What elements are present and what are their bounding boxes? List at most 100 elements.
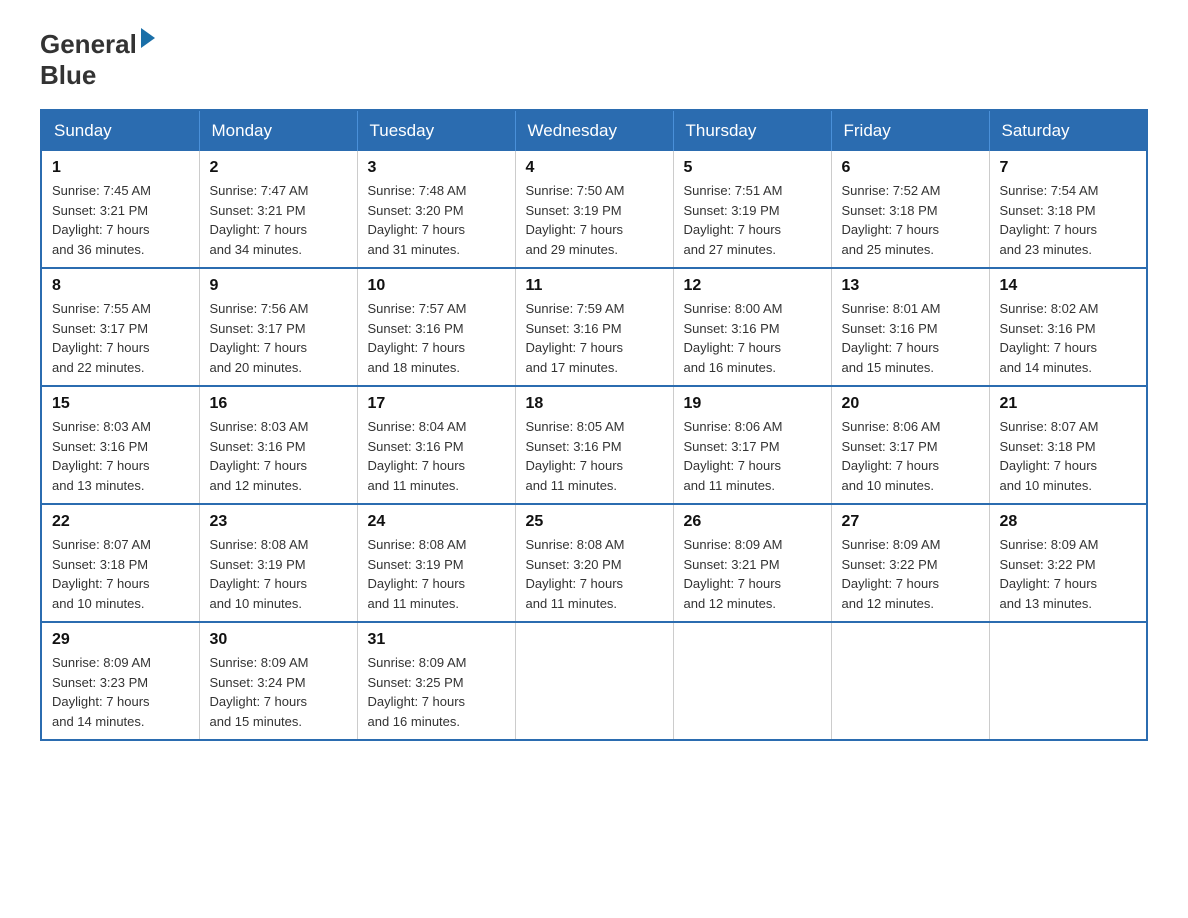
day-number: 16	[210, 395, 347, 413]
day-sun-info: Sunrise: 8:07 AMSunset: 3:18 PMDaylight:…	[52, 535, 189, 613]
day-number: 23	[210, 513, 347, 531]
day-number: 31	[368, 631, 505, 649]
day-number: 28	[1000, 513, 1137, 531]
day-of-week-header: Saturday	[989, 110, 1147, 151]
day-number: 7	[1000, 159, 1137, 177]
day-number: 3	[368, 159, 505, 177]
day-sun-info: Sunrise: 8:05 AMSunset: 3:16 PMDaylight:…	[526, 417, 663, 495]
day-number: 30	[210, 631, 347, 649]
day-number: 4	[526, 159, 663, 177]
day-number: 18	[526, 395, 663, 413]
calendar-cell: 28 Sunrise: 8:09 AMSunset: 3:22 PMDayligh…	[989, 504, 1147, 622]
day-sun-info: Sunrise: 8:08 AMSunset: 3:19 PMDaylight:…	[210, 535, 347, 613]
day-number: 22	[52, 513, 189, 531]
calendar-cell: 30 Sunrise: 8:09 AMSunset: 3:24 PMDayligh…	[199, 622, 357, 740]
day-number: 17	[368, 395, 505, 413]
calendar-cell: 6 Sunrise: 7:52 AMSunset: 3:18 PMDaylight…	[831, 151, 989, 268]
day-sun-info: Sunrise: 7:55 AMSunset: 3:17 PMDaylight:…	[52, 299, 189, 377]
calendar-cell: 2 Sunrise: 7:47 AMSunset: 3:21 PMDaylight…	[199, 151, 357, 268]
day-sun-info: Sunrise: 8:08 AMSunset: 3:19 PMDaylight:…	[368, 535, 505, 613]
day-sun-info: Sunrise: 7:59 AMSunset: 3:16 PMDaylight:…	[526, 299, 663, 377]
calendar-cell	[673, 622, 831, 740]
logo-text-general: General	[40, 30, 137, 59]
day-sun-info: Sunrise: 8:09 AMSunset: 3:24 PMDaylight:…	[210, 653, 347, 731]
calendar-cell: 15Sunrise: 8:03 AMSunset: 3:16 PMDayligh…	[41, 386, 199, 504]
calendar-cell: 24Sunrise: 8:08 AMSunset: 3:19 PMDayligh…	[357, 504, 515, 622]
day-number: 26	[684, 513, 821, 531]
calendar-cell: 11 Sunrise: 7:59 AMSunset: 3:16 PMDayligh…	[515, 268, 673, 386]
day-sun-info: Sunrise: 8:00 AMSunset: 3:16 PMDaylight:…	[684, 299, 821, 377]
calendar-cell: 7 Sunrise: 7:54 AMSunset: 3:18 PMDaylight…	[989, 151, 1147, 268]
day-of-week-header: Thursday	[673, 110, 831, 151]
day-number: 11	[526, 277, 663, 295]
calendar-cell: 10Sunrise: 7:57 AMSunset: 3:16 PMDayligh…	[357, 268, 515, 386]
day-number: 10	[368, 277, 505, 295]
day-of-week-header: Monday	[199, 110, 357, 151]
day-number: 5	[684, 159, 821, 177]
calendar-cell	[989, 622, 1147, 740]
day-sun-info: Sunrise: 8:03 AMSunset: 3:16 PMDaylight:…	[210, 417, 347, 495]
calendar-cell: 1 Sunrise: 7:45 AMSunset: 3:21 PMDaylight…	[41, 151, 199, 268]
day-sun-info: Sunrise: 8:06 AMSunset: 3:17 PMDaylight:…	[684, 417, 821, 495]
day-sun-info: Sunrise: 8:09 AMSunset: 3:22 PMDaylight:…	[1000, 535, 1137, 613]
calendar-cell: 21Sunrise: 8:07 AMSunset: 3:18 PMDayligh…	[989, 386, 1147, 504]
calendar-cell: 26 Sunrise: 8:09 AMSunset: 3:21 PMDayligh…	[673, 504, 831, 622]
day-number: 2	[210, 159, 347, 177]
day-sun-info: Sunrise: 8:08 AMSunset: 3:20 PMDaylight:…	[526, 535, 663, 613]
day-number: 9	[210, 277, 347, 295]
logo: General Blue	[40, 30, 155, 89]
day-sun-info: Sunrise: 8:01 AMSunset: 3:16 PMDaylight:…	[842, 299, 979, 377]
calendar-week-row: 29 Sunrise: 8:09 AMSunset: 3:23 PMDayligh…	[41, 622, 1147, 740]
day-sun-info: Sunrise: 7:56 AMSunset: 3:17 PMDaylight:…	[210, 299, 347, 377]
day-number: 13	[842, 277, 979, 295]
day-sun-info: Sunrise: 7:45 AMSunset: 3:21 PMDaylight:…	[52, 181, 189, 259]
calendar-week-row: 15Sunrise: 8:03 AMSunset: 3:16 PMDayligh…	[41, 386, 1147, 504]
day-sun-info: Sunrise: 8:09 AMSunset: 3:25 PMDaylight:…	[368, 653, 505, 731]
calendar-cell: 13 Sunrise: 8:01 AMSunset: 3:16 PMDayligh…	[831, 268, 989, 386]
day-number: 20	[842, 395, 979, 413]
calendar-cell: 25Sunrise: 8:08 AMSunset: 3:20 PMDayligh…	[515, 504, 673, 622]
calendar-cell	[515, 622, 673, 740]
calendar-week-row: 1 Sunrise: 7:45 AMSunset: 3:21 PMDaylight…	[41, 151, 1147, 268]
logo-text-blue: Blue	[40, 61, 96, 90]
day-number: 29	[52, 631, 189, 649]
calendar-cell: 29 Sunrise: 8:09 AMSunset: 3:23 PMDayligh…	[41, 622, 199, 740]
day-sun-info: Sunrise: 7:54 AMSunset: 3:18 PMDaylight:…	[1000, 181, 1137, 259]
day-sun-info: Sunrise: 7:48 AMSunset: 3:20 PMDaylight:…	[368, 181, 505, 259]
calendar-cell: 16 Sunrise: 8:03 AMSunset: 3:16 PMDayligh…	[199, 386, 357, 504]
day-number: 19	[684, 395, 821, 413]
calendar-cell: 27 Sunrise: 8:09 AMSunset: 3:22 PMDayligh…	[831, 504, 989, 622]
day-number: 27	[842, 513, 979, 531]
calendar-cell: 12 Sunrise: 8:00 AMSunset: 3:16 PMDayligh…	[673, 268, 831, 386]
calendar-cell: 8 Sunrise: 7:55 AMSunset: 3:17 PMDaylight…	[41, 268, 199, 386]
calendar-cell: 20 Sunrise: 8:06 AMSunset: 3:17 PMDayligh…	[831, 386, 989, 504]
day-sun-info: Sunrise: 8:09 AMSunset: 3:23 PMDaylight:…	[52, 653, 189, 731]
day-sun-info: Sunrise: 7:52 AMSunset: 3:18 PMDaylight:…	[842, 181, 979, 259]
calendar-cell: 22 Sunrise: 8:07 AMSunset: 3:18 PMDayligh…	[41, 504, 199, 622]
day-sun-info: Sunrise: 8:09 AMSunset: 3:22 PMDaylight:…	[842, 535, 979, 613]
calendar-cell: 31 Sunrise: 8:09 AMSunset: 3:25 PMDayligh…	[357, 622, 515, 740]
calendar-cell: 5 Sunrise: 7:51 AMSunset: 3:19 PMDaylight…	[673, 151, 831, 268]
day-sun-info: Sunrise: 7:50 AMSunset: 3:19 PMDaylight:…	[526, 181, 663, 259]
day-number: 1	[52, 159, 189, 177]
day-number: 6	[842, 159, 979, 177]
day-of-week-header: Tuesday	[357, 110, 515, 151]
day-sun-info: Sunrise: 8:07 AMSunset: 3:18 PMDaylight:…	[1000, 417, 1137, 495]
day-of-week-header: Friday	[831, 110, 989, 151]
calendar-cell: 3 Sunrise: 7:48 AMSunset: 3:20 PMDaylight…	[357, 151, 515, 268]
day-of-week-header: Wednesday	[515, 110, 673, 151]
day-sun-info: Sunrise: 8:06 AMSunset: 3:17 PMDaylight:…	[842, 417, 979, 495]
calendar-cell: 18 Sunrise: 8:05 AMSunset: 3:16 PMDayligh…	[515, 386, 673, 504]
day-sun-info: Sunrise: 7:47 AMSunset: 3:21 PMDaylight:…	[210, 181, 347, 259]
day-sun-info: Sunrise: 8:09 AMSunset: 3:21 PMDaylight:…	[684, 535, 821, 613]
calendar-week-row: 8 Sunrise: 7:55 AMSunset: 3:17 PMDaylight…	[41, 268, 1147, 386]
day-number: 14	[1000, 277, 1137, 295]
day-number: 12	[684, 277, 821, 295]
calendar-table: SundayMondayTuesdayWednesdayThursdayFrid…	[40, 109, 1148, 741]
calendar-cell: 9 Sunrise: 7:56 AMSunset: 3:17 PMDaylight…	[199, 268, 357, 386]
calendar-cell: 14Sunrise: 8:02 AMSunset: 3:16 PMDayligh…	[989, 268, 1147, 386]
calendar-cell: 4 Sunrise: 7:50 AMSunset: 3:19 PMDaylight…	[515, 151, 673, 268]
calendar-week-row: 22 Sunrise: 8:07 AMSunset: 3:18 PMDayligh…	[41, 504, 1147, 622]
day-number: 8	[52, 277, 189, 295]
day-sun-info: Sunrise: 7:51 AMSunset: 3:19 PMDaylight:…	[684, 181, 821, 259]
